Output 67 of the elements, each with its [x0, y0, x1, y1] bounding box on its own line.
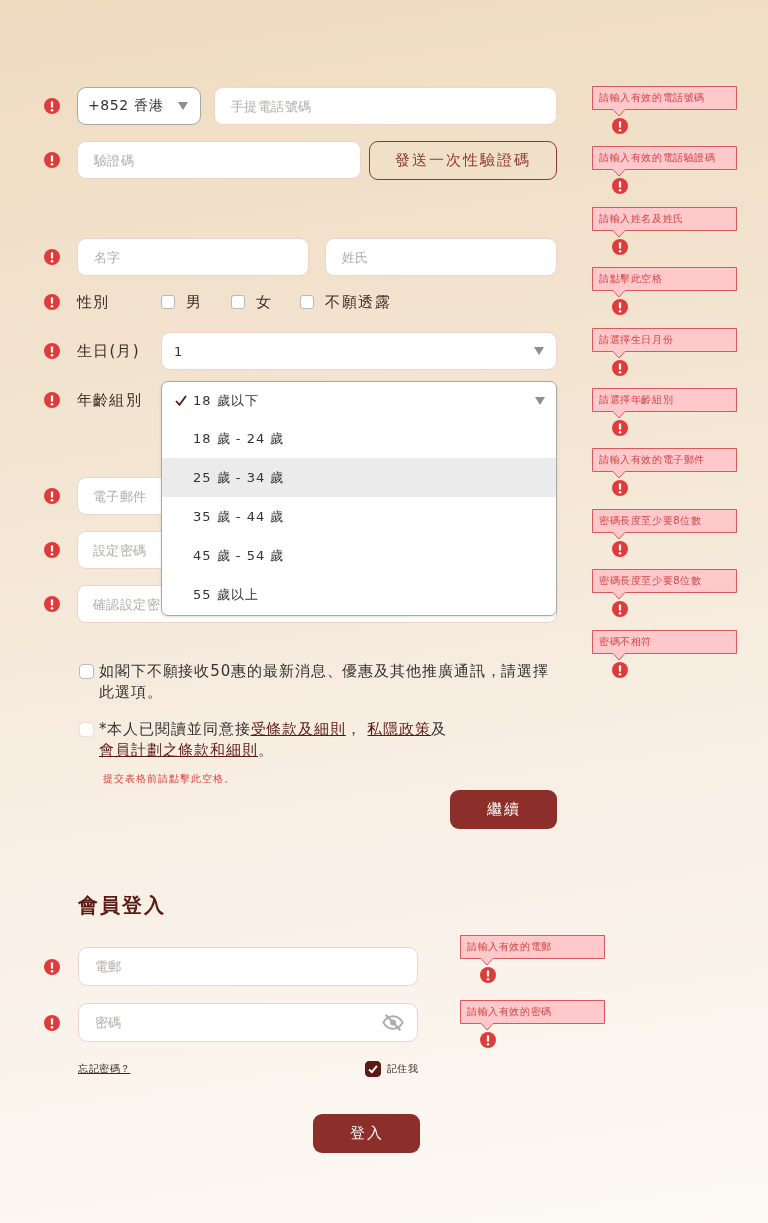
error-tooltip: 請輸入有效的電話驗證碼 [592, 146, 737, 178]
option-label: 女 [255, 292, 272, 312]
first-name-field[interactable]: 名字 [77, 238, 309, 276]
field-label: 年齡組別 [77, 390, 143, 410]
terms-link[interactable]: 受條款及細則 [250, 720, 346, 738]
section-title: 會員登入 [78, 892, 166, 919]
error-tooltip: 請輸入有效的密碼 [460, 1000, 605, 1031]
error-tooltip: 請選擇年齡組別 [592, 387, 737, 419]
dropdown-option[interactable]: 55 歲以上 [162, 575, 556, 615]
error-tooltip: 請輸入有效的電子郵件 [592, 448, 737, 480]
error-icon [612, 540, 628, 557]
dropdown-option[interactable]: 35 歲 - 44 歲 [162, 497, 556, 537]
caret-icon [534, 347, 544, 355]
dropdown-option[interactable]: 25 歲 - 34 歲 [162, 458, 556, 498]
option-label: 不願透露 [325, 292, 391, 312]
phone-field[interactable]: 手提電話號碼 [214, 87, 557, 125]
error-icon [612, 299, 628, 316]
error-tooltip: 請點擊此空格 [592, 267, 737, 299]
eye-slash-icon[interactable] [382, 1013, 404, 1032]
terms-link[interactable]: 私隱政策 [367, 720, 432, 738]
check-icon [175, 395, 187, 406]
consent-text: *本人已閱讀並同意接受條款及細則， 私隱政策及 會員計劃之條款和細則。 [99, 719, 448, 761]
dropdown-option[interactable]: 18 歲 - 24 歲 [162, 419, 556, 459]
last-name-field[interactable]: 姓氏 [325, 238, 557, 276]
error-tooltip: 密碼長度至少要8位數 [592, 569, 737, 601]
month-select[interactable]: 1 [161, 332, 557, 370]
error-icon [612, 480, 628, 497]
dropdown-option[interactable]: 18 歲以下 [162, 382, 556, 419]
error-tooltip: 密碼長度至少要8位數 [592, 508, 737, 540]
error-icon [612, 601, 628, 618]
field-label: 生日(月) [77, 341, 141, 361]
error-icon [612, 661, 628, 678]
checkbox[interactable] [161, 295, 175, 309]
login-button[interactable]: 登入 [313, 1114, 420, 1153]
send-code-button[interactable]: 發送一次性驗證碼 [369, 140, 557, 180]
error-icon [480, 967, 496, 983]
checkbox[interactable] [79, 664, 94, 679]
checkbox[interactable] [230, 295, 245, 309]
checkbox[interactable] [79, 722, 94, 737]
remember-label: 記住我 [386, 1062, 418, 1076]
option-label: 男 [186, 292, 203, 312]
terms-link[interactable]: 會員計劃之條款和細則 [99, 741, 258, 759]
caret-icon [178, 102, 188, 110]
caret-icon [535, 397, 545, 405]
error-tooltip: 密碼不相符 [592, 629, 737, 661]
continue-button[interactable]: 繼續 [450, 790, 557, 829]
error-icon [612, 238, 628, 255]
forgot-password-link[interactable]: 忘記密碼？ [78, 1062, 131, 1076]
error-icon [480, 1032, 496, 1048]
field-label: 性別 [77, 292, 111, 312]
error-icon [612, 178, 628, 195]
opt-out-text: 如閣下不願接收50惠的最新消息、優惠及其他推廣通訊，請選擇此選項。 [99, 661, 551, 703]
error-tooltip: 請選擇生日月份 [592, 327, 737, 359]
email-field[interactable]: 電郵 [78, 947, 418, 986]
error-icon [612, 118, 628, 134]
dropdown-option[interactable]: 45 歲 - 54 歲 [162, 536, 556, 576]
error-tooltip: 請輸入姓名及姓氏 [592, 206, 737, 238]
password-field[interactable]: 密碼 [78, 1003, 418, 1042]
error-message: 提交表格前請點擊此空格。 [103, 773, 235, 784]
error-icon [612, 419, 628, 436]
error-icon [612, 359, 628, 376]
checkbox[interactable] [300, 295, 314, 309]
error-tooltip: 請輸入有效的電話號碼 [592, 86, 737, 117]
error-tooltip: 請輸入有效的電郵 [460, 935, 605, 966]
remember-checkbox[interactable] [364, 1061, 381, 1077]
country-code-select[interactable]: +852 香港 [77, 87, 201, 125]
verification-code-field[interactable]: 驗證碼 [77, 141, 361, 179]
